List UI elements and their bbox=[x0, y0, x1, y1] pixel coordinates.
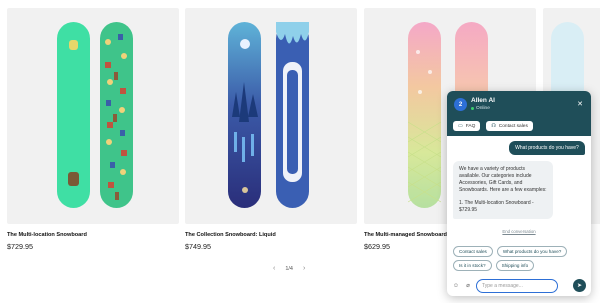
snowboard-back bbox=[276, 22, 309, 208]
product-card[interactable]: The Multi-location Snowboard $729.95 bbox=[7, 8, 179, 251]
quick-replies: Contact sales What products do you have?… bbox=[453, 246, 589, 271]
product-card[interactable]: The Collection Snowboard: Liquid $749.95 bbox=[185, 8, 357, 251]
chevron-right-icon[interactable]: › bbox=[303, 265, 305, 272]
user-message: What products do you have? bbox=[509, 141, 585, 155]
chat-header: 2 Allen AI Online ✕ ▭ FAQ ☊ Contact sale… bbox=[447, 91, 591, 136]
message-list[interactable]: What products do you have? We have a var… bbox=[447, 136, 591, 236]
close-icon[interactable]: ✕ bbox=[577, 100, 583, 108]
quick-reply-shipping[interactable]: Shipping info bbox=[495, 260, 535, 271]
avatar: 2 bbox=[454, 98, 467, 111]
bot-message: We have a variety of products available.… bbox=[453, 161, 553, 219]
tab-label: FAQ bbox=[465, 123, 476, 129]
online-dot-icon bbox=[471, 107, 474, 110]
product-price: $729.95 bbox=[7, 242, 33, 251]
product-image[interactable] bbox=[7, 8, 179, 224]
status-text: Online bbox=[476, 106, 490, 111]
message-composer: ☺ ⌀ ➤ bbox=[447, 275, 591, 296]
agent-name: Allen AI bbox=[471, 97, 495, 104]
tab-faq[interactable]: ▭ FAQ bbox=[453, 121, 481, 131]
send-icon[interactable]: ➤ bbox=[573, 279, 586, 292]
product-title[interactable]: The Collection Snowboard: Liquid bbox=[185, 232, 357, 238]
chevron-left-icon[interactable]: ‹ bbox=[273, 265, 275, 272]
page-indicator: 1/4 bbox=[285, 265, 293, 272]
bot-message-intro: We have a variety of products available.… bbox=[459, 166, 547, 193]
chat-widget: 2 Allen AI Online ✕ ▭ FAQ ☊ Contact sale… bbox=[447, 91, 591, 296]
chat-tabs: ▭ FAQ ☊ Contact sales bbox=[453, 121, 533, 131]
tab-contact-sales[interactable]: ☊ Contact sales bbox=[486, 121, 533, 131]
quick-reply-products[interactable]: What products do you have? bbox=[496, 246, 568, 257]
quick-reply-stock[interactable]: Is it in stock? bbox=[453, 260, 492, 271]
product-title[interactable]: The Multi-location Snowboard bbox=[7, 232, 179, 238]
quick-reply-contact-sales[interactable]: Contact sales bbox=[453, 246, 493, 257]
status-indicator: Online bbox=[471, 106, 490, 111]
snowboard-back bbox=[100, 22, 133, 208]
product-price: $749.95 bbox=[185, 242, 211, 251]
emoji-icon[interactable]: ☺ bbox=[452, 283, 460, 289]
bot-message-item: 1. The Multi-location Snowboard - $729.9… bbox=[459, 200, 534, 213]
headset-icon: ☊ bbox=[491, 123, 496, 129]
end-conversation-link[interactable]: End conversation bbox=[447, 228, 591, 234]
snowboard-front bbox=[57, 22, 90, 208]
snowboard-front bbox=[228, 22, 261, 208]
snowboard-front bbox=[408, 22, 441, 208]
product-image[interactable] bbox=[185, 8, 357, 224]
attachment-icon[interactable]: ⌀ bbox=[464, 282, 472, 289]
pagination: ‹ 1/4 › bbox=[273, 265, 305, 272]
tab-label: Contact sales bbox=[498, 123, 528, 129]
chat-icon: ▭ bbox=[458, 123, 463, 129]
message-input[interactable] bbox=[476, 278, 558, 293]
